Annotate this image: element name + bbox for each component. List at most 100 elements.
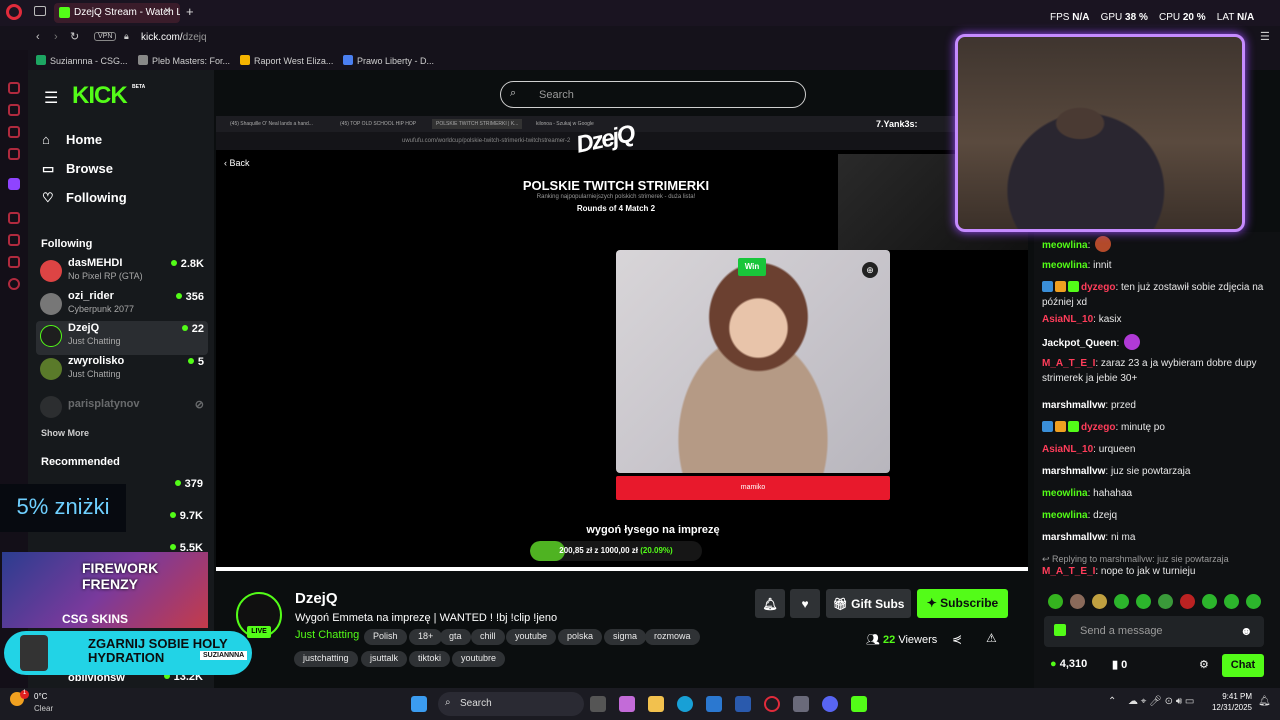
kick-app-icon[interactable] [851, 696, 867, 712]
chat-username[interactable]: meowlina [1042, 510, 1088, 521]
tag-pill[interactable]: youtubre [452, 651, 506, 667]
chat-username[interactable]: marshmallvw [1042, 466, 1105, 477]
notification-bell-button[interactable]: 🔔︎ [755, 589, 785, 618]
following-item-dzejq[interactable]: DzejQ Just Chatting 22 [36, 321, 208, 355]
tag-pill[interactable]: Polish [364, 629, 407, 645]
settings-icon[interactable] [8, 278, 20, 290]
discord-icon[interactable] [822, 696, 838, 712]
player-icon[interactable] [8, 148, 20, 160]
send-icon[interactable] [8, 234, 20, 246]
chat-username[interactable]: Jackpot_Queen [1042, 338, 1116, 349]
tag-pill[interactable]: rozmowa [645, 629, 700, 645]
mail-icon[interactable] [735, 696, 751, 712]
nav-following[interactable]: ♡ Following [42, 190, 127, 206]
menu-icon[interactable]: ☰ [1260, 30, 1270, 43]
edge-icon[interactable] [677, 696, 693, 712]
emote-icon[interactable] [1070, 594, 1085, 609]
tag-pill[interactable]: gta [440, 629, 471, 645]
clock-time[interactable]: 9:41 PM [1208, 692, 1252, 701]
twitch-icon[interactable] [8, 178, 20, 190]
subscribe-button[interactable]: ✦ Subscribe [917, 589, 1008, 618]
opera-gx-icon[interactable] [764, 696, 780, 712]
share-icon[interactable]: ⋞ [952, 632, 962, 646]
clock-icon[interactable] [8, 212, 20, 224]
gift-subs-button[interactable]: 🎁︎ Gift Subs [826, 589, 911, 618]
taskbar-search[interactable]: Search [438, 692, 584, 716]
emote-icon[interactable] [1048, 594, 1063, 609]
kick-logo[interactable]: KICK [72, 82, 128, 110]
cube-icon[interactable] [8, 256, 20, 268]
reload-icon[interactable]: ↻ [70, 30, 79, 43]
tag-pill[interactable]: sigma [604, 629, 647, 645]
chat-username[interactable]: AsiaNL_10 [1042, 314, 1093, 325]
vpn-badge[interactable]: VPN [94, 32, 117, 41]
hamburger-icon[interactable]: ☰ [44, 88, 58, 108]
emote-icon[interactable] [1202, 594, 1217, 609]
file-explorer-icon[interactable] [648, 696, 664, 712]
nav-browse[interactable]: ▭ Browse [42, 161, 113, 177]
following-item-dasmehdi[interactable]: dasMEHDI No Pixel RP (GTA) 2.8K [36, 256, 208, 290]
copilot-icon[interactable] [619, 696, 635, 712]
following-item-ozi-rider[interactable]: ozi_rider Cyberpunk 2077 356 [36, 289, 208, 323]
new-tab-icon[interactable]: + [186, 4, 194, 19]
chat-username[interactable]: dyzego [1081, 422, 1115, 433]
chat-message-input[interactable]: Send a message [1044, 616, 1264, 647]
windows-start-icon[interactable] [411, 696, 427, 712]
tag-pill[interactable]: jsuttalk [361, 651, 408, 667]
tag-pill[interactable]: 18+ [409, 629, 443, 645]
opera-logo-icon[interactable] [6, 4, 22, 20]
emote-icon[interactable] [1136, 594, 1151, 609]
task-view-icon[interactable] [590, 696, 606, 712]
report-icon[interactable]: ⚠ [986, 631, 997, 645]
search-input[interactable]: Search [500, 81, 806, 108]
streamer-name[interactable]: DzejQ [295, 590, 338, 607]
chat-username[interactable]: meowlina [1042, 240, 1088, 251]
tab-manager-icon[interactable] [34, 6, 46, 16]
tag-pill[interactable]: polska [558, 629, 603, 645]
stream-category[interactable]: Just Chatting [295, 629, 359, 641]
chat-username[interactable]: dyzego [1081, 282, 1115, 293]
hydration-ad[interactable]: ZGARNIJ SOBIE HOLY HYDRATION SUZIANNNA [4, 631, 252, 675]
tray-icons[interactable]: ☁ ⌖ 🎤︎ ⊙ 🔊︎ ▭ [1128, 696, 1194, 707]
bookmark-prawo-liberty[interactable]: Prawo Liberty - D... [343, 55, 434, 66]
messenger-icon[interactable] [8, 82, 20, 94]
tag-pill[interactable]: justchatting [294, 651, 358, 667]
chat-username[interactable]: meowlina [1042, 260, 1088, 271]
close-tab-icon[interactable]: × [164, 5, 170, 17]
tag-pill[interactable]: tiktoki [409, 651, 451, 667]
forward-nav-icon[interactable]: › [54, 31, 58, 43]
bookmark-suziannna[interactable]: Suziannna - CSG... [36, 55, 128, 66]
clock-date[interactable]: 12/31/2025 [1206, 703, 1252, 712]
store-icon[interactable] [706, 696, 722, 712]
bookmark-pleb-masters[interactable]: Pleb Masters: For... [138, 55, 230, 66]
chat-username[interactable]: marshmallvw [1042, 532, 1105, 543]
following-item-zwyrolisko[interactable]: zwyrolisko Just Chatting 5 [36, 354, 208, 388]
back-nav-icon[interactable]: ‹ [36, 31, 40, 43]
firework-frenzy-ad[interactable]: FIREWORK FRENZY CSG SKINS [2, 552, 208, 628]
notifications-icon[interactable]: 🔔︎ [1258, 696, 1271, 707]
show-more-link[interactable]: Show More [41, 428, 89, 438]
chat-send-button[interactable]: Chat [1222, 654, 1264, 677]
chat-username[interactable]: AsiaNL_10 [1042, 444, 1093, 455]
chat-username[interactable]: M_A_T_E_I [1042, 358, 1095, 369]
chat-username[interactable]: marshmallvw [1042, 400, 1105, 411]
snipping-icon[interactable] [793, 696, 809, 712]
follow-button[interactable]: ♥ [790, 589, 820, 618]
bookmark-raport[interactable]: Raport West Eliza... [240, 55, 333, 66]
chat-username[interactable]: M_A_T_E_I [1042, 566, 1095, 577]
discount-ad[interactable]: 5% zniżki [0, 484, 126, 532]
tray-chevron-icon[interactable]: ⌃ [1108, 696, 1116, 707]
channel-points[interactable]: ● 4,310 [1050, 658, 1087, 670]
tag-pill[interactable]: chill [471, 629, 505, 645]
emote-icon[interactable] [1224, 594, 1239, 609]
emote-icon[interactable] [1158, 594, 1173, 609]
whatsapp-icon[interactable] [8, 104, 20, 116]
video-seekbar[interactable] [216, 567, 1028, 571]
emoji-picker-icon[interactable]: ☻ [1240, 624, 1253, 638]
chat-settings-icon[interactable]: ⚙ [1199, 658, 1209, 671]
tab-kick-stream[interactable]: DzejQ Stream - Watch Live [54, 3, 180, 23]
following-item-parisplatynov[interactable]: parisplatynov ⊘ [36, 392, 208, 426]
chat-username[interactable]: meowlina [1042, 488, 1088, 499]
emote-icon[interactable] [1180, 594, 1195, 609]
emote-icon[interactable] [1092, 594, 1107, 609]
